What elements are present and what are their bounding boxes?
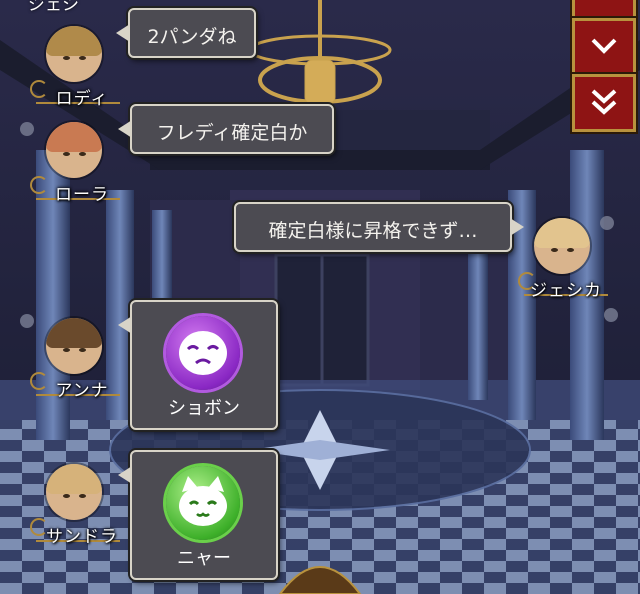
scroll-bottom-button[interactable]: [572, 74, 636, 132]
player-name: アンナ: [55, 381, 109, 401]
player-name: サンドラ: [46, 527, 118, 547]
stamp-label: ニャー: [177, 548, 231, 569]
chat-message: 2パンダね: [147, 26, 237, 48]
chat-message: 確定白様に昇格できず…: [268, 220, 478, 242]
avatar-portrait: [46, 464, 102, 520]
player-avatar[interactable]: ジェシカ: [518, 212, 612, 304]
stamp-bubble: ショボン: [118, 300, 278, 430]
chat-bubble: 2パンダね: [116, 8, 256, 58]
cat-stamp-icon: [166, 466, 240, 540]
player-name: ローラ: [55, 185, 109, 205]
player-avatar[interactable]: ローラ: [30, 116, 124, 208]
chat-dot: [604, 308, 618, 322]
scroll-down-button[interactable]: [572, 18, 636, 76]
player-name-partial: ジェシ: [28, 0, 79, 15]
player-name: ジェシカ: [530, 281, 602, 301]
chat-message: フレディ確定白か: [156, 122, 308, 144]
avatar-portrait: [46, 26, 102, 82]
chevron-down-icon: [591, 38, 617, 54]
player-avatar[interactable]: サンドラ: [30, 458, 124, 550]
stamp-bubble: ニャー: [118, 450, 278, 580]
chat-bubble: フレディ確定白か: [118, 104, 334, 154]
avatar-portrait: [46, 122, 102, 178]
stamp-label: ショボン: [168, 398, 240, 419]
sad-face-stamp-icon: [166, 316, 240, 390]
avatar-portrait: [534, 218, 590, 274]
player-avatar[interactable]: ロディ: [30, 20, 124, 112]
avatar-portrait: [46, 318, 102, 374]
player-name: ロディ: [55, 89, 109, 109]
double-chevron-down-icon: [591, 89, 617, 115]
game-scene: ジェシ ロディ 2パンダね ローラ フレディ確定白か ジェシカ 確定白様に昇格で…: [0, 0, 640, 594]
chat-bubble: 確定白様に昇格できず…: [234, 202, 524, 252]
player-avatar[interactable]: アンナ: [30, 312, 124, 404]
